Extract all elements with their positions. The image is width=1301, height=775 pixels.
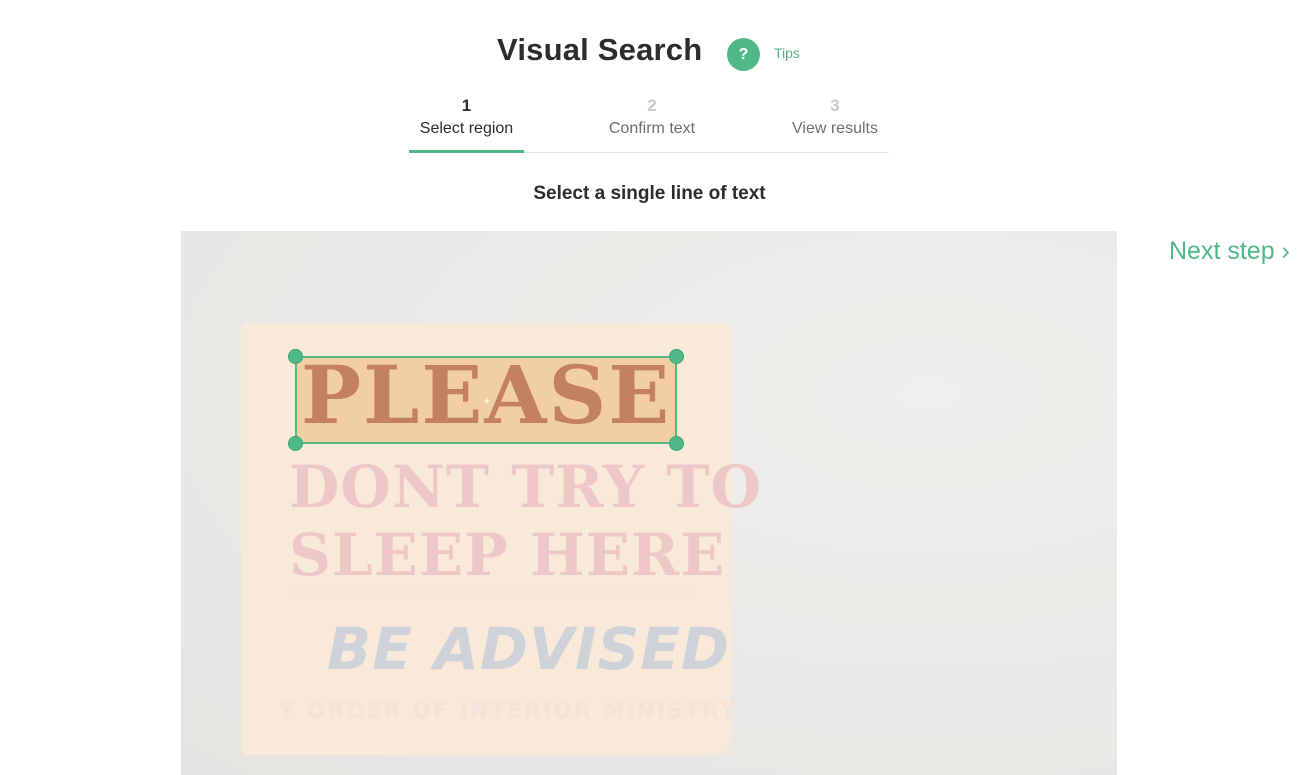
- active-step-underline: [409, 150, 524, 153]
- step-view-results[interactable]: 3 View results: [781, 94, 889, 140]
- resize-handle-top-right[interactable]: [669, 349, 684, 364]
- header: Visual Search ? Tips: [0, 0, 1301, 90]
- help-icon[interactable]: ?: [727, 38, 760, 71]
- step-label: Confirm text: [608, 120, 696, 137]
- tips-link[interactable]: Tips: [774, 45, 800, 61]
- next-step-button[interactable]: Next step ›: [1169, 237, 1290, 266]
- resize-handle-top-left[interactable]: [288, 349, 303, 364]
- resize-handle-bottom-right[interactable]: [669, 436, 684, 451]
- step-select-region[interactable]: 1 Select region: [409, 94, 524, 140]
- selection-box[interactable]: +: [288, 349, 684, 451]
- step-number: 2: [647, 96, 657, 115]
- step-number: 1: [461, 96, 472, 115]
- step-confirm-text[interactable]: 2 Confirm text: [595, 94, 709, 140]
- page-title: Visual Search: [497, 32, 703, 67]
- dim-overlay: [181, 231, 1117, 775]
- instruction-text: Select a single line of text: [533, 183, 766, 204]
- crosshair-icon[interactable]: +: [482, 395, 492, 407]
- resize-handle-bottom-left[interactable]: [288, 436, 303, 451]
- step-label: Select region: [419, 120, 514, 137]
- step-number: 3: [830, 96, 840, 115]
- step-indicator: 1 Select region 2 Confirm text 3 View re…: [409, 94, 889, 153]
- step-label: View results: [792, 120, 878, 137]
- image-canvas[interactable]: PLEASE DONT TRY TO SLEEP HERE BE ADVISED…: [181, 231, 1117, 775]
